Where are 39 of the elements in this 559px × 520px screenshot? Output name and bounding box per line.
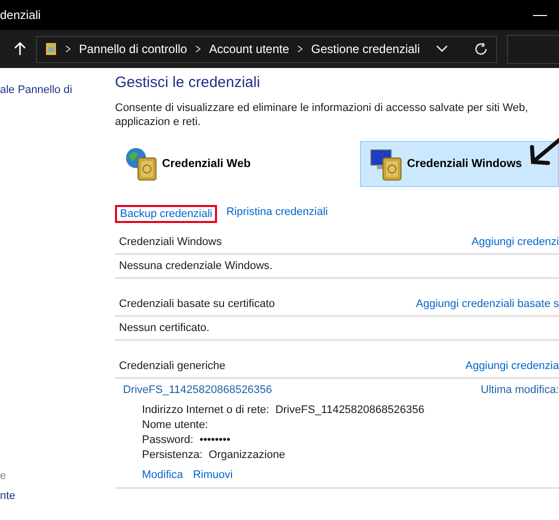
window-title: denziali [0,8,41,22]
control-panel-icon [45,42,57,56]
sidebar-link[interactable]: ale Pannello di [0,84,100,96]
section-title: Credenziali Windows [119,236,222,248]
chevron-icon [65,45,71,53]
minimize-button[interactable] [533,14,547,16]
refresh-icon[interactable] [474,42,488,56]
breadcrumb[interactable]: Pannello di controllo [79,42,188,56]
credential-tab[interactable]: Credenziali Web [115,141,360,187]
modified-label: Ultima modifica: [480,384,559,396]
detail-text: Indirizzo Internet o di rete: DriveFS_11425820868526356 [142,404,426,416]
section-title: Credenziali basate su certificato [119,298,275,310]
address-bar[interactable]: Pannello di controllo Account utente Gestione credenziali [36,36,497,62]
action-link[interactable]: Modifica [142,469,183,481]
add-link[interactable]: Aggiungi credenzi [472,236,559,248]
action-link[interactable]: Rimuovi [192,469,233,481]
chevron-icon [195,45,202,53]
empty-message: Nessun certificato. [119,322,210,334]
sidebar-link[interactable]: nte [0,490,100,502]
credential-name[interactable]: DriveFS_11425820868526356 [123,384,272,396]
breadcrumb[interactable]: Account utente [209,42,290,56]
description: Consente di visualizzare ed eliminare le informazioni di accesso salvate per siti Web, applicazion e reti. [115,101,530,129]
page-title: Gestisci le credenziali [115,74,262,91]
detail-text: Nome utente: [142,419,210,431]
search-field[interactable] [506,34,559,64]
section-title: Credenziali generiche [119,360,226,372]
link[interactable]: Ripristina credenziali [223,205,331,223]
sidebar-heading: e [0,470,8,482]
detail-text: Persistenza: Organizzazione [142,449,286,461]
credential-tab[interactable]: Credenziali Windows [360,141,559,187]
chevron-icon [297,45,304,53]
add-link[interactable]: Aggiungi credenzia [465,360,559,372]
dropdown-icon[interactable] [436,45,448,53]
breadcrumb[interactable]: Gestione credenziali [311,42,420,56]
detail-text: Password: •••••••• [142,434,232,446]
add-link[interactable]: Aggiungi credenziali basate s [416,298,559,310]
link[interactable]: Backup credenziali [115,205,218,223]
empty-message: Nessuna credenziale Windows. [119,260,272,272]
up-arrow-icon[interactable] [12,41,28,57]
